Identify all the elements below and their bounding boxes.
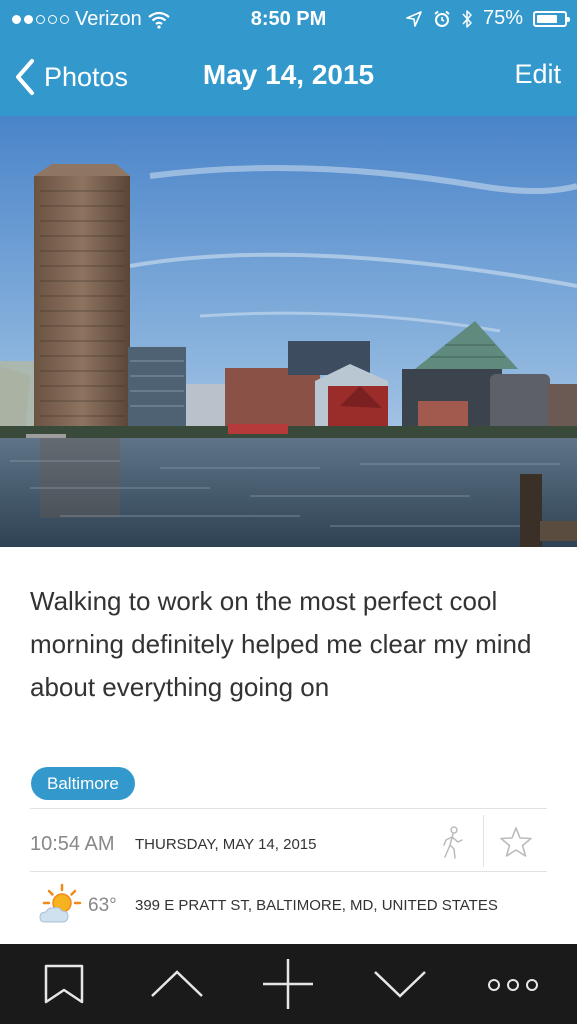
status-indicators: 75% [405,7,570,30]
status-bar: Verizon 8:50 PM 75% [0,0,577,38]
entry-photo[interactable] [0,116,577,547]
entry-time: 10:54 AM [30,833,115,855]
chevron-down-icon [374,971,426,998]
alarm-icon [434,10,450,27]
more-icon [488,979,538,991]
star-icon[interactable] [499,825,533,859]
edit-button[interactable]: Edit [514,59,561,90]
entry-address[interactable]: 399 E PRATT ST, BALTIMORE, MD, UNITED ST… [135,897,498,914]
chevron-up-icon [151,970,203,997]
back-button-label: Photos [44,61,129,92]
add-entry-button[interactable] [248,944,328,1024]
divider [30,871,547,872]
bluetooth-icon [462,9,472,28]
harbor-skyline-image [0,116,577,547]
location-arrow-icon [406,10,422,27]
navigation-bar: Photos May 14, 2015 Edit [0,38,577,116]
previous-entry-button[interactable] [137,944,217,1024]
battery-fill [537,14,557,23]
vertical-divider [483,815,484,867]
entry-location-row: 63° 399 E PRATT ST, BALTIMORE, MD, UNITE… [38,880,548,926]
tag-baltimore[interactable]: Baltimore [31,767,135,800]
battery-icon [533,10,570,27]
more-button[interactable] [473,944,553,1024]
next-entry-button[interactable] [360,944,440,1024]
partly-sunny-icon [39,883,82,923]
bookmark-icon [44,964,84,1004]
temperature: 63° [88,895,117,916]
bookmark-button[interactable] [24,944,104,1024]
back-button[interactable]: Photos [14,58,128,96]
entry-body-text[interactable]: Walking to work on the most perfect cool… [30,580,560,709]
battery-percent: 75% [482,7,523,29]
chevron-left-icon [16,59,34,95]
entry-date: THURSDAY, MAY 14, 2015 [135,836,317,853]
plus-icon [263,959,313,1009]
walking-icon [443,826,463,859]
divider [30,808,547,809]
entry-datetime-row: 10:54 AM THURSDAY, MAY 14, 2015 [30,815,547,871]
bottom-toolbar [0,944,577,1024]
